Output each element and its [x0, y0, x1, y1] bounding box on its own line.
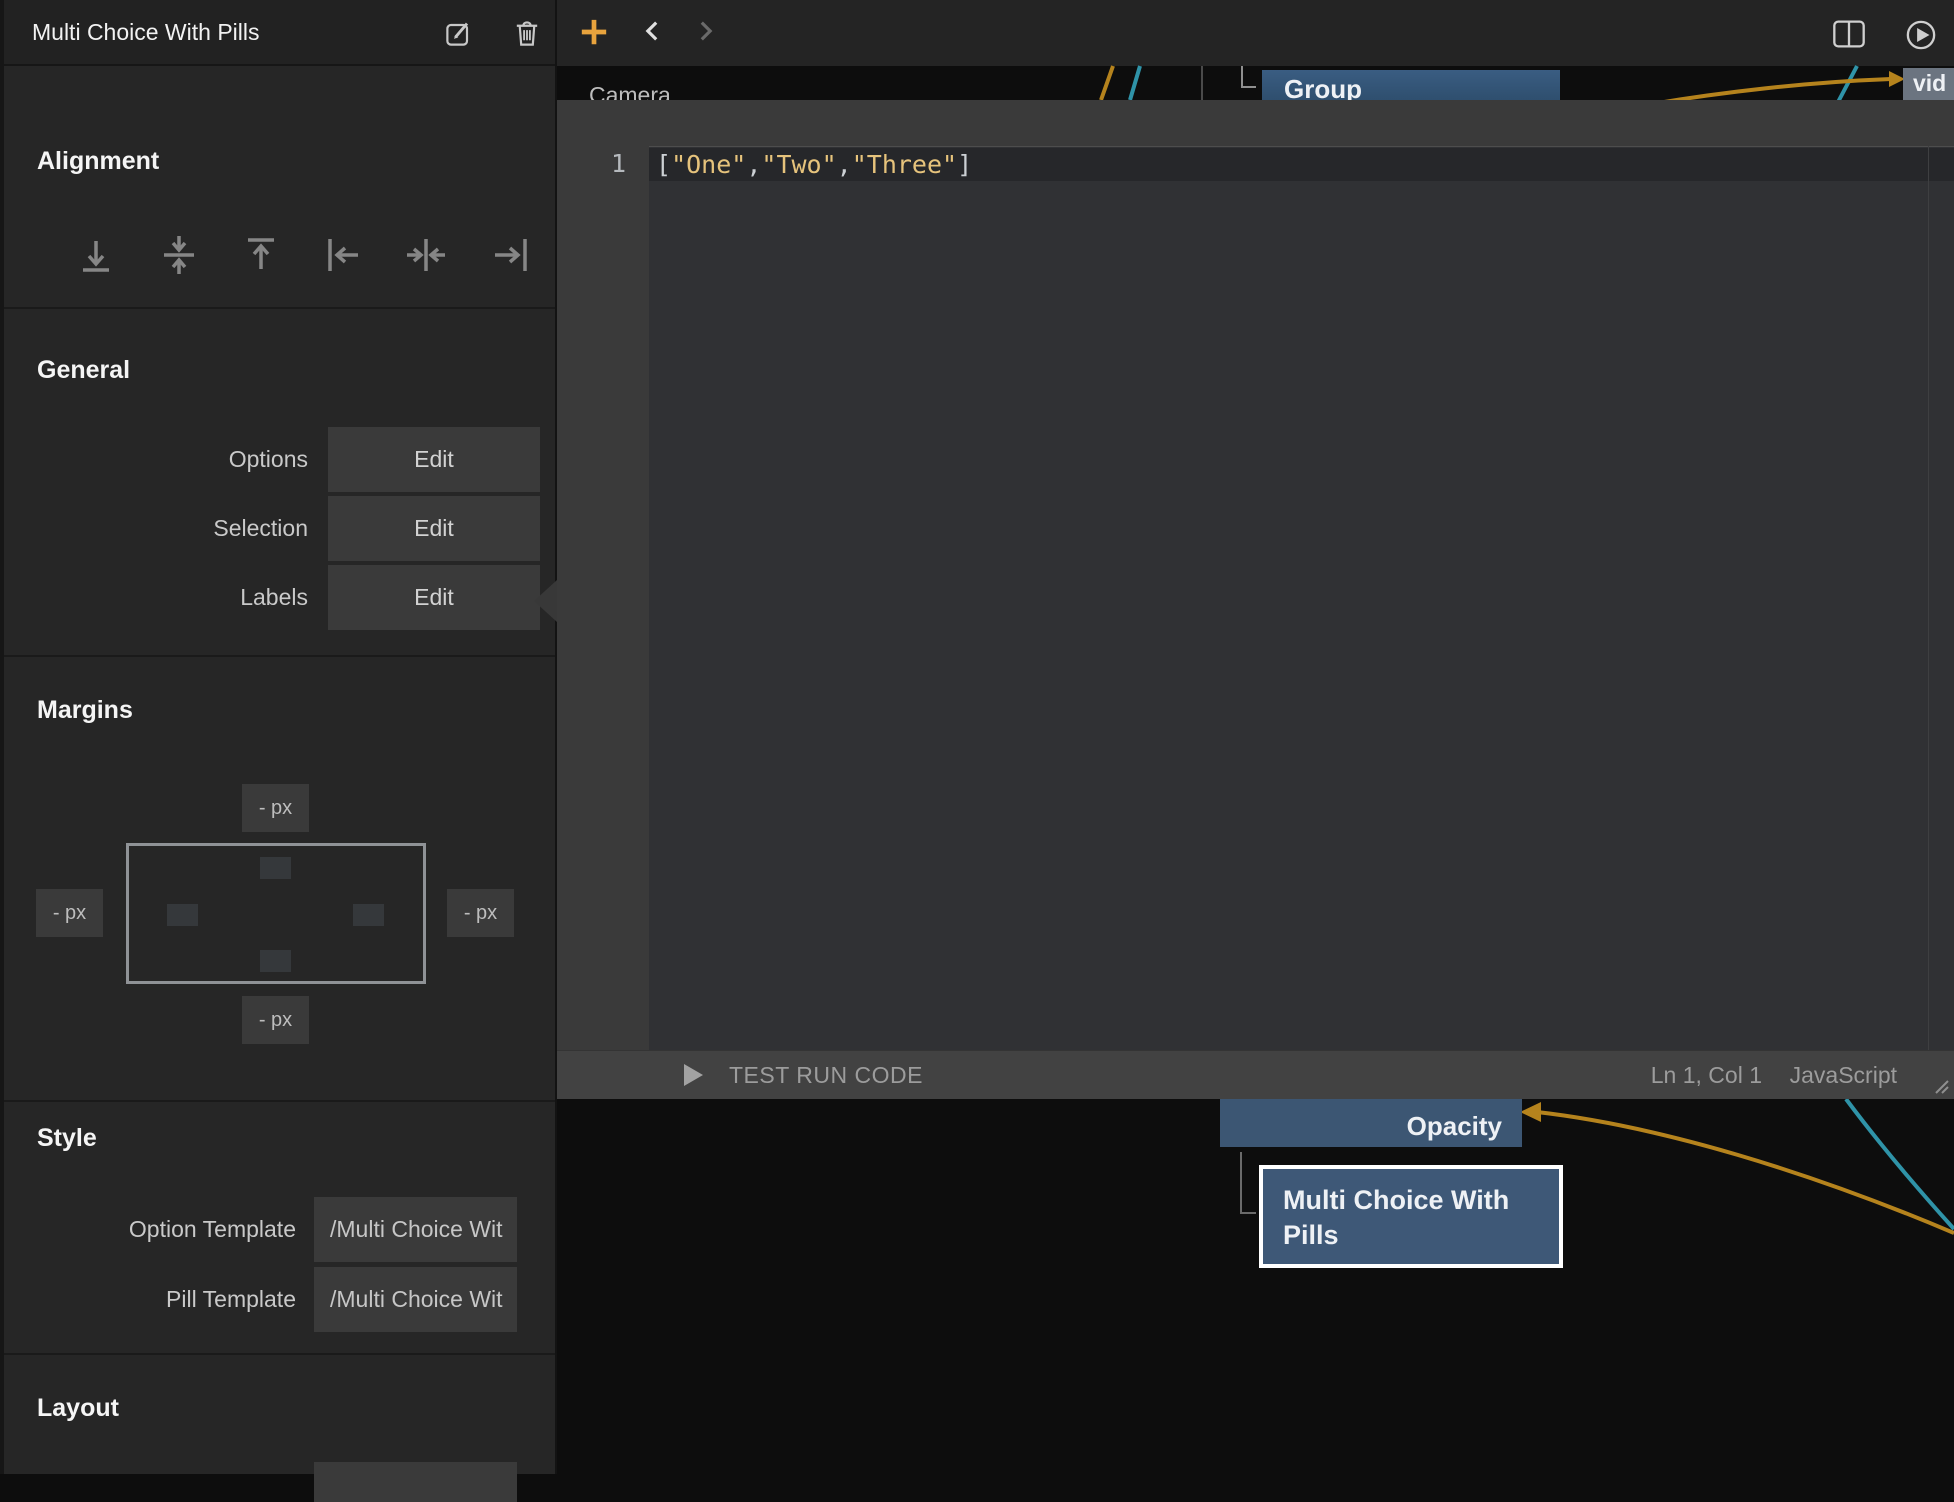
selection-edit-button[interactable]: Edit — [328, 496, 540, 561]
margin-left-input[interactable]: - px — [36, 889, 103, 937]
sidebar-edge — [555, 0, 557, 1474]
resize-grip[interactable] — [1933, 1078, 1949, 1094]
section-divider — [4, 1353, 557, 1355]
trash-icon[interactable] — [511, 17, 543, 49]
tree-elbow-bottom — [1240, 1152, 1256, 1214]
tree-guide-line — [1201, 66, 1203, 100]
inspector-sidebar: Multi Choice With Pills Alignment Genera… — [0, 0, 557, 1474]
section-heading-alignment: Alignment — [37, 147, 159, 176]
test-run-code-button[interactable]: TEST RUN CODE — [729, 1062, 923, 1089]
scrollbar-track[interactable] — [1928, 146, 1929, 1050]
layout-partial-field[interactable] — [314, 1462, 517, 1502]
section-heading-layout: Layout — [37, 1394, 119, 1423]
code-token: ] — [957, 150, 972, 179]
option-template-label: Option Template — [44, 1197, 296, 1262]
play-icon[interactable] — [684, 1064, 703, 1086]
labels-edit-button[interactable]: Edit — [328, 565, 540, 630]
code-token: [ — [656, 150, 671, 179]
options-label: Options — [84, 427, 308, 492]
editor-statusbar: TEST RUN CODE Ln 1, Col 1 JavaScript — [557, 1050, 1954, 1099]
patch-title: Multi Choice With Pills — [32, 0, 260, 64]
code-editor-popover: ["One","Two","Three"] 1 TEST RUN CODE Ln… — [557, 100, 1954, 1099]
code-token: "One" — [671, 150, 746, 179]
popover-arrow — [534, 580, 557, 622]
code-token: "Two" — [761, 150, 836, 179]
line-number: 1 — [598, 149, 626, 178]
section-divider — [4, 1100, 557, 1102]
option-template-value[interactable]: /Multi Choice Wit — [314, 1197, 517, 1262]
code-editor-viewport[interactable]: ["One","Two","Three"] — [649, 146, 1954, 1050]
pill-template-label: Pill Template — [44, 1267, 296, 1332]
pill-template-value[interactable]: /Multi Choice Wit — [314, 1267, 517, 1332]
align-left-icon[interactable] — [322, 233, 366, 277]
margin-top-input[interactable]: - px — [242, 784, 309, 832]
margin-handle-right — [353, 904, 384, 926]
edit-icon[interactable] — [443, 17, 475, 49]
tree-elbow-top — [1241, 66, 1256, 88]
margin-right-input[interactable]: - px — [447, 889, 514, 937]
margin-bottom-input[interactable]: - px — [242, 996, 309, 1044]
align-bottom-icon[interactable] — [75, 233, 119, 277]
margin-handle-left — [167, 904, 198, 926]
inspector-header: Multi Choice With Pills — [4, 0, 557, 66]
section-divider — [4, 655, 557, 657]
code-line[interactable]: ["One","Two","Three"] — [649, 148, 1954, 181]
active-line[interactable]: ["One","Two","Three"] — [649, 148, 1954, 181]
section-heading-general: General — [37, 356, 130, 385]
align-vertical-center-icon[interactable] — [158, 233, 202, 277]
margin-handle-bottom — [260, 950, 291, 972]
align-horizontal-center-icon[interactable] — [404, 233, 448, 277]
node-video[interactable]: vid — [1903, 68, 1954, 100]
section-heading-margins: Margins — [37, 696, 133, 725]
node-multi-choice-with-pills-selected[interactable]: Multi Choice With Pills — [1259, 1165, 1563, 1268]
language-label[interactable]: JavaScript — [1790, 1062, 1897, 1089]
section-divider — [4, 307, 557, 309]
align-top-icon[interactable] — [240, 233, 284, 277]
code-token: , — [837, 150, 852, 179]
options-edit-button[interactable]: Edit — [328, 427, 540, 492]
code-token: , — [746, 150, 761, 179]
section-heading-style: Style — [37, 1124, 97, 1153]
margin-preview-box — [126, 843, 426, 984]
margin-handle-top — [260, 857, 291, 879]
selection-label: Selection — [84, 496, 308, 561]
labels-label: Labels — [84, 565, 308, 630]
code-token: "Three" — [852, 150, 957, 179]
cursor-position: Ln 1, Col 1 — [1651, 1062, 1762, 1089]
align-right-icon[interactable] — [487, 233, 531, 277]
